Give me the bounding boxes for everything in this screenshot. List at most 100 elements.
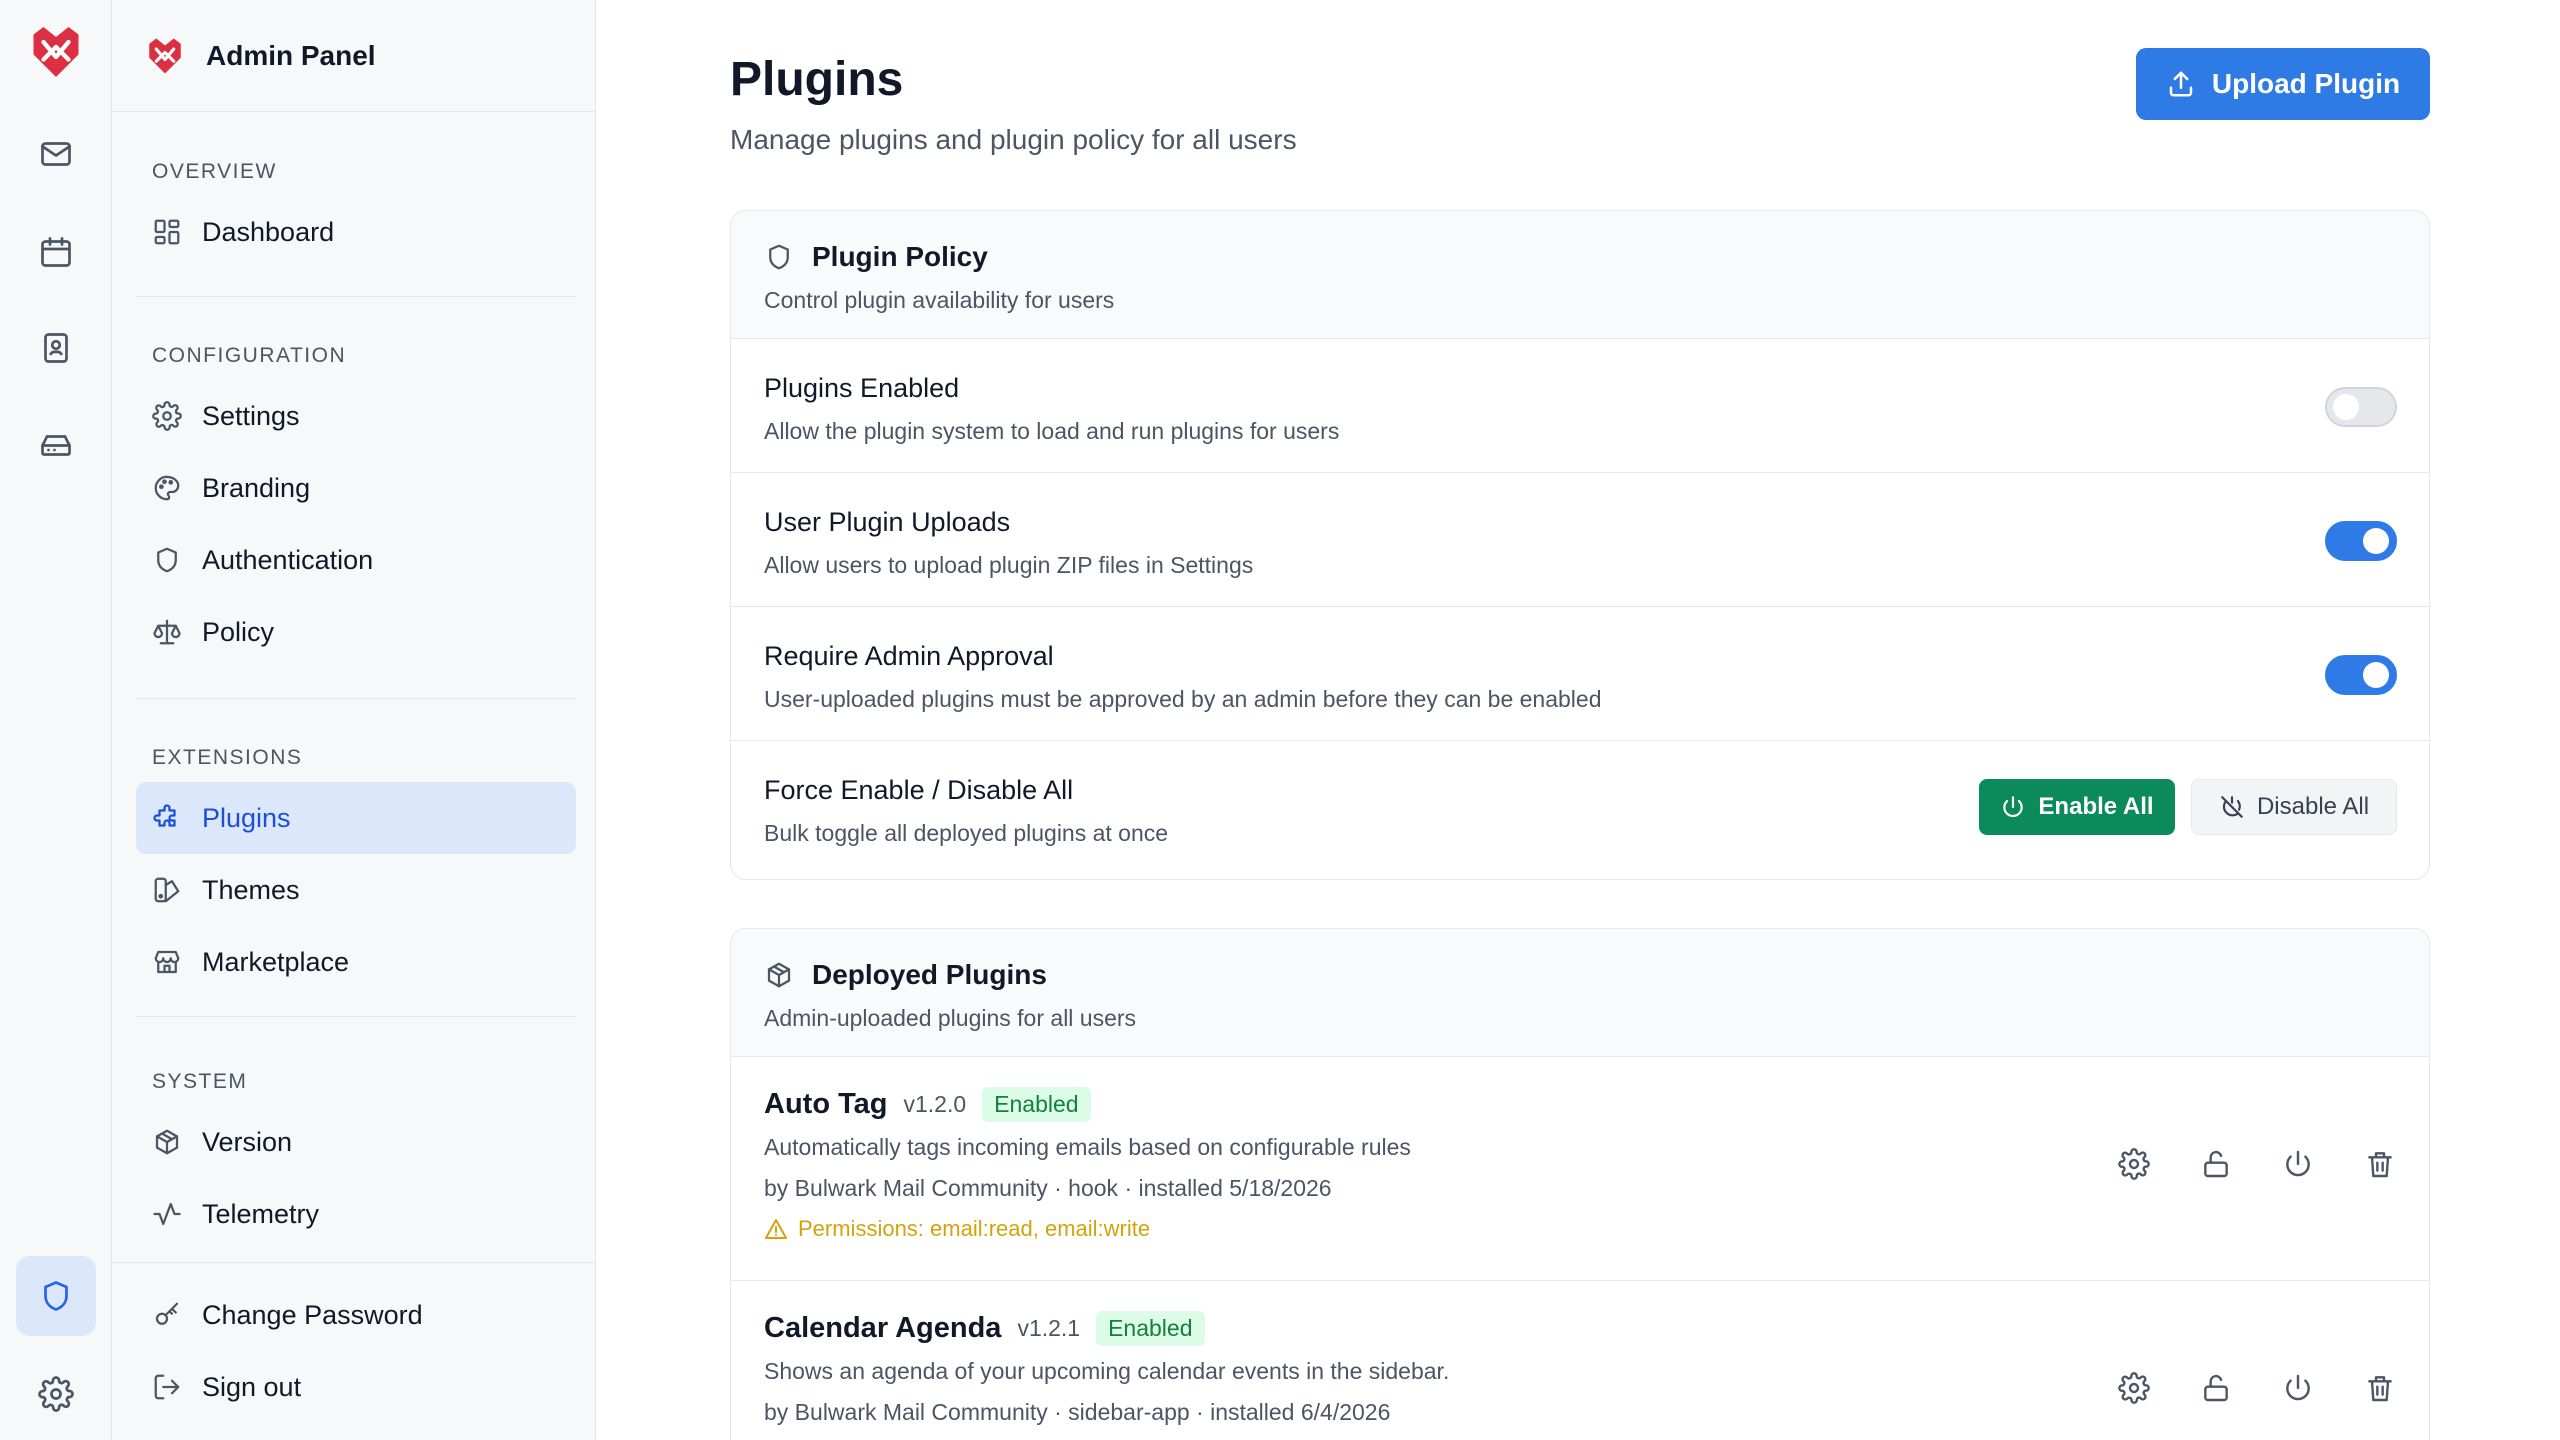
trash-icon — [2368, 1152, 2392, 1178]
card-title-text: Deployed Plugins — [812, 959, 1047, 990]
sign-out-button[interactable]: Sign out — [136, 1351, 572, 1423]
admin-sidebar: Admin Panel OVERVIEW Dashboard CONFIGURA… — [112, 0, 596, 1440]
mail-icon — [41, 142, 71, 166]
sidebar-item-authentication[interactable]: Authentication — [136, 524, 576, 596]
plugin-delete-button[interactable] — [2363, 1147, 2397, 1181]
rail-calendar[interactable] — [16, 212, 96, 292]
sidebar-item-version[interactable]: Version — [136, 1106, 576, 1178]
package-icon — [767, 962, 791, 988]
warning-icon — [765, 1219, 787, 1239]
plugin-name: Calendar Agenda — [764, 1312, 1002, 1344]
unlock-icon — [2204, 1374, 2228, 1402]
plugin-settings-button[interactable] — [2117, 1371, 2151, 1405]
sidebar-item-telemetry[interactable]: Telemetry — [136, 1178, 576, 1250]
contacts-icon — [44, 333, 68, 363]
plugin-power-button[interactable] — [2281, 1147, 2315, 1181]
sidebar-item-label: Marketplace — [202, 946, 350, 977]
sidebar-item-branding[interactable]: Branding — [136, 452, 576, 524]
section-label: EXTENSIONS — [152, 746, 303, 769]
change-password-button[interactable]: Change Password — [136, 1279, 572, 1351]
gear-icon — [152, 401, 182, 431]
sidebar-section-extensions: EXTENSIONS Plugins Themes Marketplace — [136, 746, 576, 998]
sidebar-item-label: Plugins — [202, 802, 291, 833]
drive-icon — [41, 435, 71, 456]
sidebar-title: Admin Panel — [206, 39, 376, 71]
upload-icon — [2169, 71, 2193, 97]
page-subtitle: Manage plugins and plugin policy for all… — [730, 124, 1297, 155]
card-header: Plugin Policy Control plugin availabilit… — [731, 211, 2429, 339]
plugin-power-button[interactable] — [2281, 1371, 2315, 1405]
puzzle-icon — [153, 804, 176, 827]
sidebar-item-label: Themes — [202, 874, 300, 905]
upload-plugin-label: Upload Plugin — [2211, 68, 2401, 99]
rail-mail[interactable] — [16, 114, 96, 194]
sidebar-item-dashboard[interactable]: Dashboard — [136, 196, 576, 268]
package-icon — [155, 1129, 179, 1155]
sidebar-item-marketplace[interactable]: Marketplace — [136, 926, 576, 998]
rail-settings[interactable] — [16, 1354, 96, 1434]
divider — [136, 1016, 576, 1017]
section-label: OVERVIEW — [152, 160, 277, 183]
policy-row-plugins-enabled: Plugins Enabled Allow the plugin system … — [731, 339, 2429, 473]
rail-drive[interactable] — [16, 404, 96, 484]
toggle-knob — [2333, 394, 2359, 420]
palette-icon — [154, 475, 180, 501]
plugin-row: Calendar Agenda v1.2.1 Enabled Shows an … — [731, 1281, 2429, 1440]
sidebar-item-plugins[interactable]: Plugins — [136, 782, 576, 854]
plugin-version: v1.2.1 — [1017, 1315, 1081, 1341]
sidebar-item-themes[interactable]: Themes — [136, 854, 576, 926]
plugin-permissions: Permissions: email:read, email:write — [764, 1216, 2396, 1242]
store-icon — [154, 950, 180, 974]
row-description: Allow the plugin system to load and run … — [764, 418, 1340, 444]
sidebar-section-configuration: CONFIGURATION Settings Branding Authenti… — [136, 344, 576, 668]
plugin-lock-button[interactable] — [2199, 1371, 2233, 1405]
rail-contacts[interactable] — [16, 308, 96, 388]
dashboard-icon — [154, 219, 180, 245]
sidebar-header: Admin Panel — [112, 0, 595, 112]
plugin-lock-button[interactable] — [2199, 1147, 2233, 1181]
key-icon — [155, 1302, 179, 1325]
row-description: Allow users to upload plugin ZIP files i… — [764, 552, 1254, 578]
plugin-permissions-text: Permissions: email:read, email:write — [798, 1216, 1151, 1241]
sidebar-section-system: SYSTEM Version Telemetry — [136, 1070, 576, 1250]
sidebar-item-policy[interactable]: Policy — [136, 596, 576, 668]
policy-row-user-uploads: User Plugin Uploads Allow users to uploa… — [731, 473, 2429, 607]
power-off-icon — [2221, 796, 2243, 818]
section-label: SYSTEM — [152, 1070, 248, 1093]
rail-admin[interactable] — [16, 1256, 96, 1336]
plugin-policy-card: Plugin Policy Control plugin availabilit… — [730, 210, 2430, 880]
upload-plugin-button[interactable]: Upload Plugin — [2136, 48, 2430, 120]
card-subtitle: Control plugin availability for users — [764, 287, 1115, 313]
row-title: Require Admin Approval — [764, 641, 1054, 671]
plugin-settings-button[interactable] — [2117, 1147, 2151, 1181]
plugin-delete-button[interactable] — [2363, 1371, 2397, 1405]
unlock-icon — [2204, 1150, 2228, 1178]
sidebar-item-label: Sign out — [202, 1371, 302, 1402]
enable-all-label: Enable All — [2038, 793, 2154, 820]
disable-all-label: Disable All — [2256, 793, 2370, 820]
sidebar-item-settings[interactable]: Settings — [136, 380, 576, 452]
card-title: Deployed Plugins — [764, 959, 2396, 991]
card-title-text: Plugin Policy — [812, 241, 988, 272]
section-label: CONFIGURATION — [152, 344, 347, 367]
row-title: Plugins Enabled — [764, 373, 960, 403]
scale-icon — [153, 619, 181, 645]
enable-all-button[interactable]: Enable All — [1979, 779, 2175, 835]
plugin-heading: Calendar Agenda v1.2.1 Enabled — [764, 1311, 2396, 1346]
require-admin-approval-toggle[interactable] — [2325, 655, 2397, 695]
user-plugin-uploads-toggle[interactable] — [2325, 521, 2397, 561]
sidebar-item-label: Dashboard — [202, 216, 335, 247]
plugins-enabled-toggle[interactable] — [2325, 387, 2397, 427]
divider — [136, 698, 576, 699]
shield-icon — [769, 244, 789, 270]
toggle-knob — [2363, 662, 2389, 688]
power-icon — [2003, 796, 2024, 818]
app-logo-icon[interactable] — [26, 22, 86, 82]
shield-icon — [157, 547, 177, 573]
plugin-actions — [2117, 1371, 2397, 1405]
sidebar-item-label: Authentication — [202, 544, 374, 575]
policy-row-bulk-toggle: Force Enable / Disable All Bulk toggle a… — [731, 741, 2429, 875]
sidebar-item-label: Version — [202, 1126, 293, 1157]
sidebar-item-label: Branding — [202, 472, 311, 503]
disable-all-button[interactable]: Disable All — [2191, 779, 2397, 835]
